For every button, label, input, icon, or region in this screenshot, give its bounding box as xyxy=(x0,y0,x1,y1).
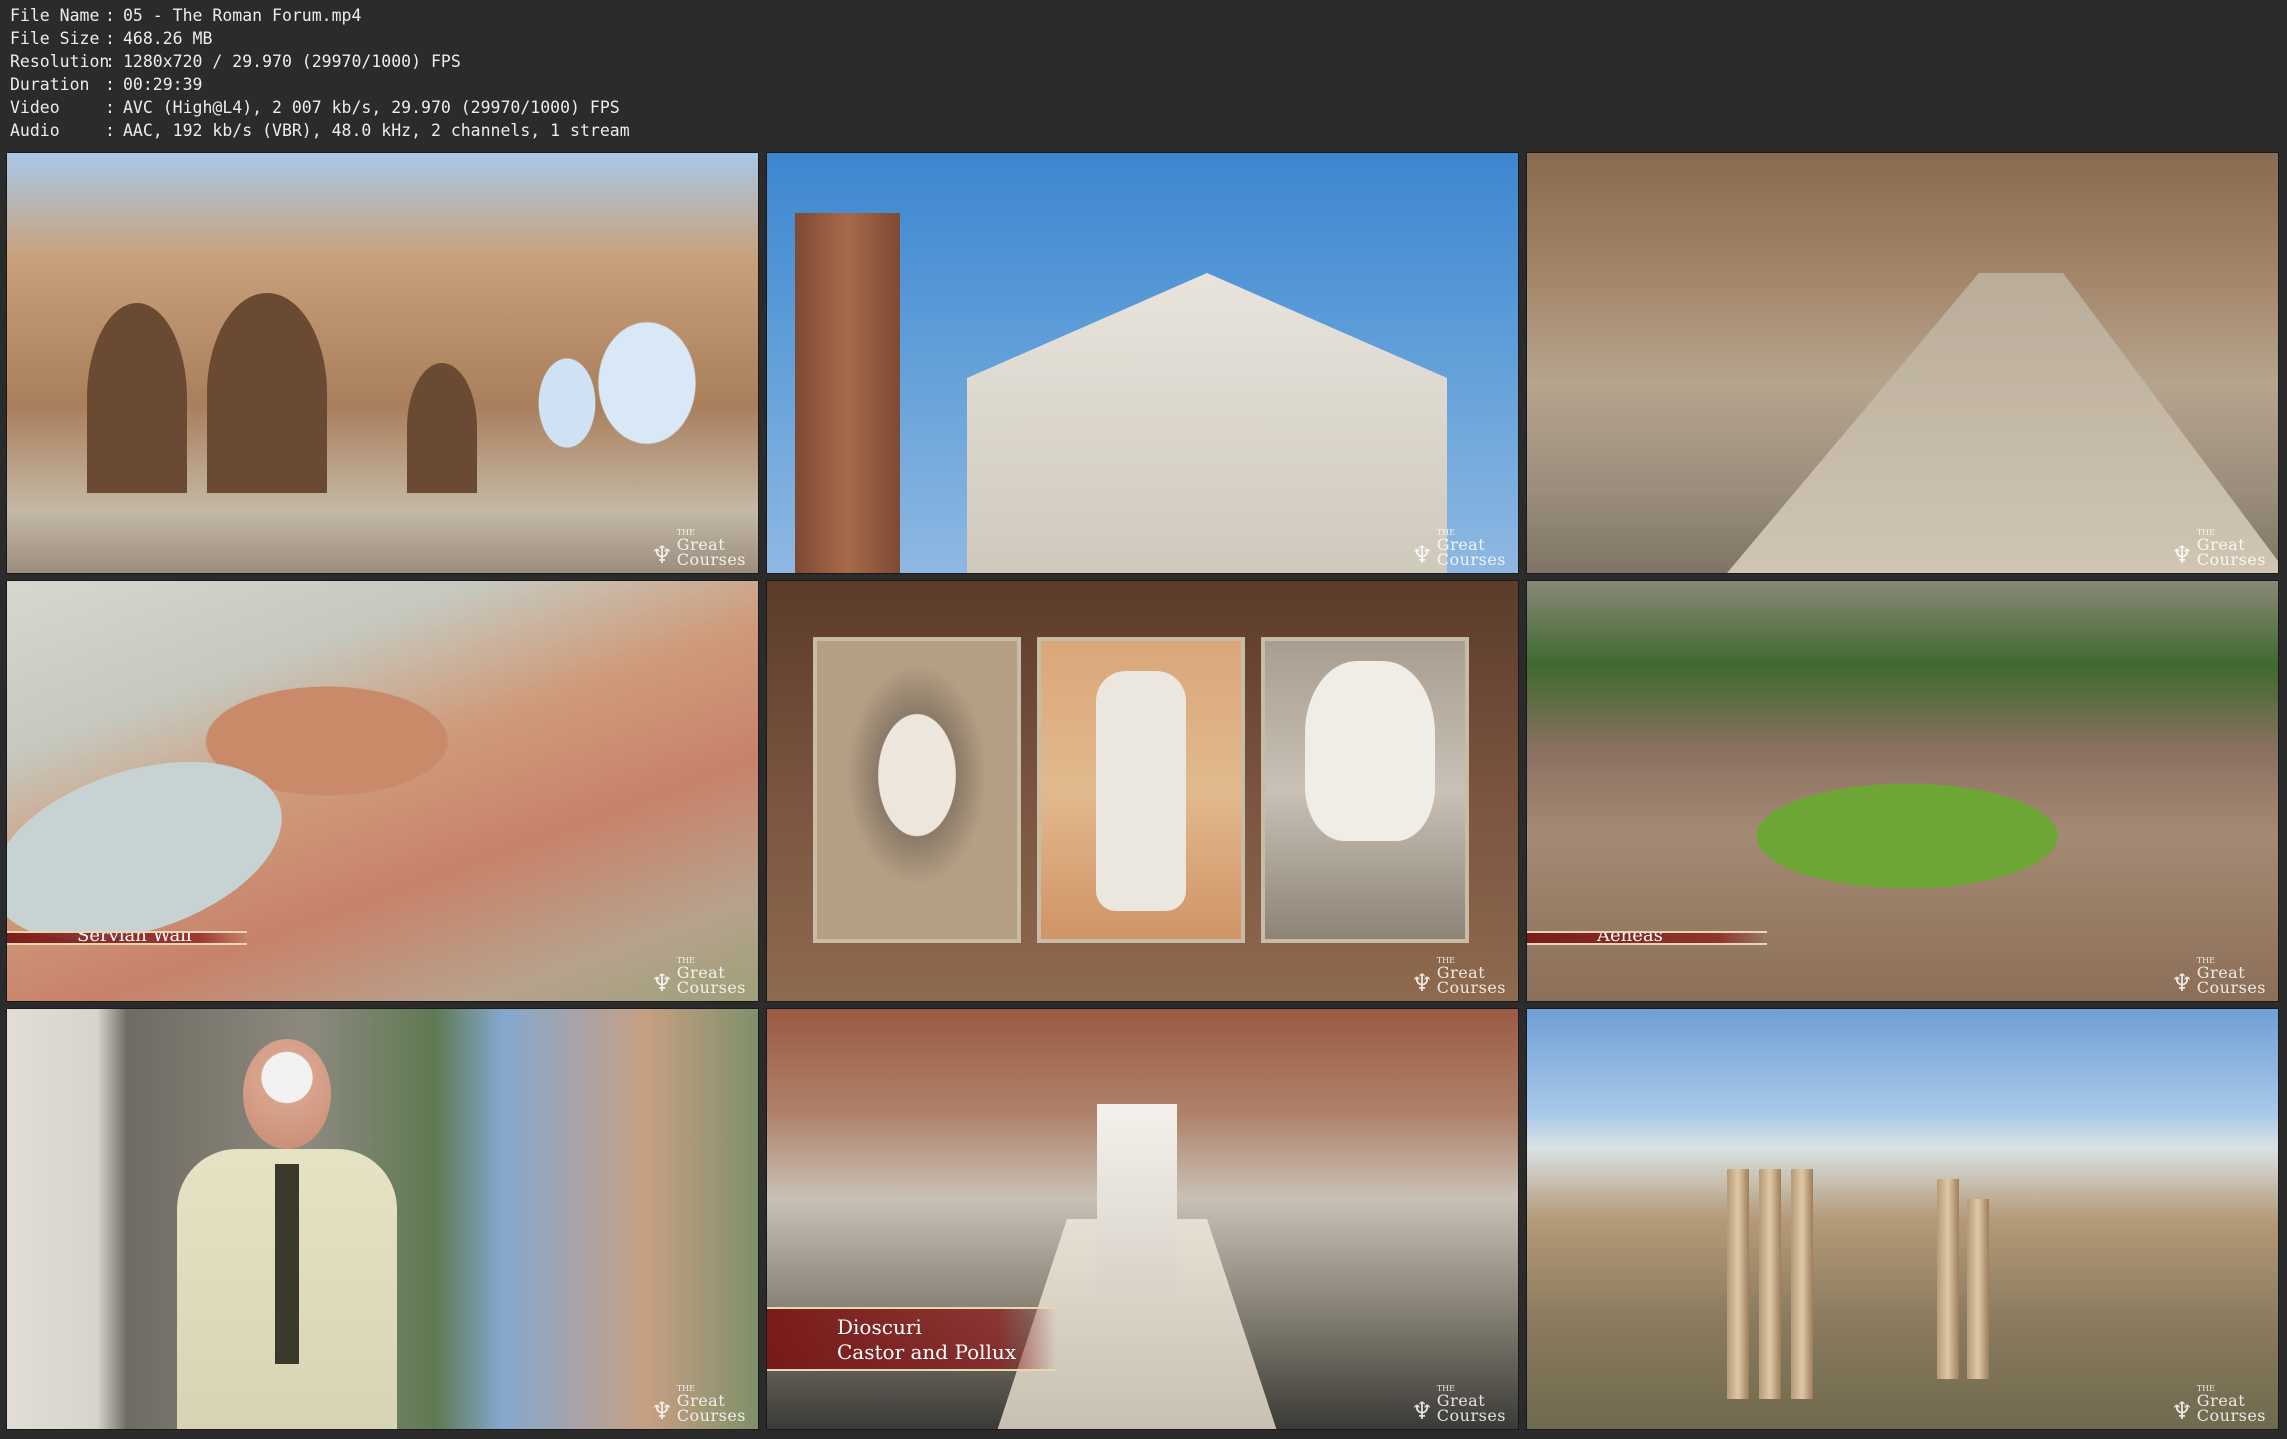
torch-icon: ♆ xyxy=(2171,1397,2193,1425)
info-value: 00:29:39 xyxy=(123,75,203,94)
info-separator: : xyxy=(105,29,115,48)
column-shape xyxy=(1759,1169,1781,1399)
logo-courses: Courses xyxy=(676,550,746,569)
thumbnail-sacred-way: ♆ THE Great Courses xyxy=(1526,152,2279,574)
scene-forum-columns xyxy=(1527,1009,2278,1429)
thumbnail-forum-panorama: ♆ THE Great Courses xyxy=(1526,1008,2279,1430)
bell-tower xyxy=(795,213,900,573)
statue-foot-panel xyxy=(1261,637,1469,943)
info-separator: : xyxy=(105,121,115,140)
caption-dioscuri-line1: Dioscuri xyxy=(837,1315,922,1339)
arch-shape xyxy=(207,293,327,493)
column-shape xyxy=(1727,1169,1749,1399)
scene-basilica-arches xyxy=(7,153,758,573)
info-label: Duration xyxy=(10,75,90,94)
torch-icon: ♆ xyxy=(651,1397,673,1425)
arch-shape xyxy=(407,363,477,493)
info-row-file-name: File Name : 05 - The Roman Forum.mp4 xyxy=(10,4,2277,27)
info-label: File Size xyxy=(10,29,100,48)
file-info-header: File Name : 05 - The Roman Forum.mp4 Fil… xyxy=(0,0,2287,150)
great-courses-logo: ♆ THE Great Courses xyxy=(2171,1384,2266,1425)
info-separator: : xyxy=(105,6,115,25)
info-value: 05 - The Roman Forum.mp4 xyxy=(123,6,362,25)
logo-courses: Courses xyxy=(1436,550,1506,569)
lecturer xyxy=(177,1039,397,1429)
logo-courses: Courses xyxy=(1436,1406,1506,1425)
info-value: AVC (High@L4), 2 007 kb/s, 29.970 (29970… xyxy=(123,98,620,117)
torch-icon: ♆ xyxy=(1411,541,1433,569)
thumbnail-basilica: ♆ THE Great Courses xyxy=(6,152,759,574)
caption-dioscuri-line2: Castor and Pollux xyxy=(837,1340,1017,1364)
lecturer-head xyxy=(243,1039,331,1149)
torch-icon: ♆ xyxy=(1411,1397,1433,1425)
scene-lecturer-studio xyxy=(7,1009,758,1429)
arch-shape xyxy=(87,303,187,493)
thumbnail-grid: ♆ THE Great Courses ♆ THE Great Courses ♆ TH… xyxy=(6,152,2279,1430)
scene-church xyxy=(767,153,1518,573)
great-courses-logo: ♆ THE Great Courses xyxy=(651,956,746,997)
info-separator: : xyxy=(105,52,115,71)
great-courses-logo: ♆ THE Great Courses xyxy=(2171,528,2266,569)
caption-servian-wall: Servian Wall xyxy=(7,931,247,945)
info-row-video: Video : AVC (High@L4), 2 007 kb/s, 29.97… xyxy=(10,96,2277,119)
info-row-duration: Duration : 00:29:39 xyxy=(10,73,2277,96)
info-label: Resolution xyxy=(10,52,110,71)
column-shape xyxy=(1967,1199,1989,1379)
great-courses-logo: ♆ THE Great Courses xyxy=(2171,956,2266,997)
torch-icon: ♆ xyxy=(2171,541,2193,569)
great-courses-logo: ♆ THE Great Courses xyxy=(1411,1384,1506,1425)
lecturer-tie xyxy=(275,1164,299,1364)
info-label: Video xyxy=(10,98,60,117)
info-value: 468.26 MB xyxy=(123,29,213,48)
info-separator: : xyxy=(105,75,115,94)
caption-aeneas: Aeneas xyxy=(1527,931,1767,945)
thumbnail-forum-aerial: Aeneas ♆ THE Great Courses xyxy=(1526,580,2279,1002)
thumbnail-city-model: Servian Wall ♆ THE Great Courses xyxy=(6,580,759,1002)
torch-icon: ♆ xyxy=(651,969,673,997)
scene-stone-road xyxy=(1527,153,2278,573)
torch-icon: ♆ xyxy=(1411,969,1433,997)
info-value: 1280x720 / 29.970 (29970/1000) FPS xyxy=(123,52,461,71)
statue-head-panel xyxy=(813,637,1021,943)
logo-courses: Courses xyxy=(1436,978,1506,997)
column-shape xyxy=(1791,1169,1813,1399)
church-facade xyxy=(967,273,1447,573)
info-row-resolution: Resolution : 1280x720 / 29.970 (29970/10… xyxy=(10,50,2277,73)
thumbnail-church-facade: ♆ THE Great Courses xyxy=(766,152,1519,574)
logo-courses: Courses xyxy=(2196,1406,2266,1425)
thumbnail-dioscuri-altar: Dioscuri Castor and Pollux ♆ THE Great Cou… xyxy=(766,1008,1519,1430)
thumbnail-colossus-fragments: ♆ THE Great Courses xyxy=(766,580,1519,1002)
info-value: AAC, 192 kb/s (VBR), 48.0 kHz, 2 channel… xyxy=(123,121,630,140)
logo-courses: Courses xyxy=(676,1406,746,1425)
logo-courses: Courses xyxy=(2196,978,2266,997)
scene-statue-fragments xyxy=(767,581,1518,1001)
logo-courses: Courses xyxy=(676,978,746,997)
caption-dioscuri: Dioscuri Castor and Pollux xyxy=(767,1307,1057,1371)
torch-icon: ♆ xyxy=(2171,969,2193,997)
info-separator: : xyxy=(105,98,115,117)
info-label: File Name xyxy=(10,6,100,25)
thumbnail-lecturer: ♆ THE Great Courses xyxy=(6,1008,759,1430)
great-courses-logo: ♆ THE Great Courses xyxy=(651,528,746,569)
column-shape xyxy=(1937,1179,1959,1379)
marble-altar xyxy=(1097,1104,1177,1294)
great-courses-logo: ♆ THE Great Courses xyxy=(1411,528,1506,569)
great-courses-logo: ♆ THE Great Courses xyxy=(1411,956,1506,997)
info-row-audio: Audio : AAC, 192 kb/s (VBR), 48.0 kHz, 2… xyxy=(10,119,2277,142)
info-label: Audio xyxy=(10,121,60,140)
info-row-file-size: File Size : 468.26 MB xyxy=(10,27,2277,50)
torch-icon: ♆ xyxy=(651,541,673,569)
great-courses-logo: ♆ THE Great Courses xyxy=(651,1384,746,1425)
logo-courses: Courses xyxy=(2196,550,2266,569)
statue-hand-panel xyxy=(1037,637,1245,943)
